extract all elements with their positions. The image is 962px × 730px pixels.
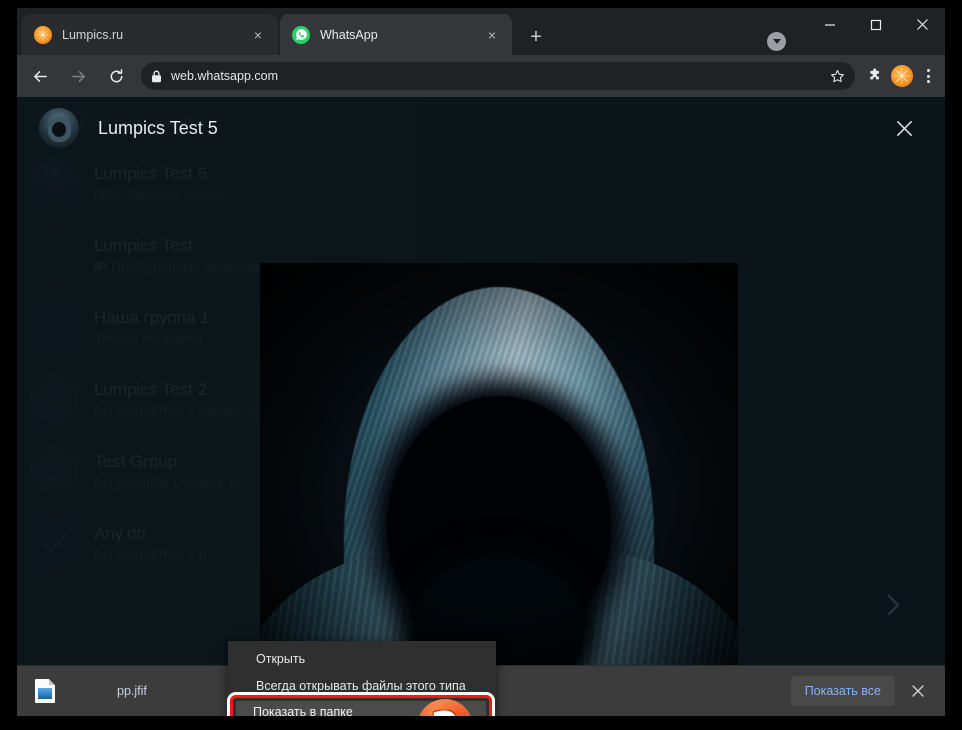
page-viewport: Поиск или новый чат Lumpics Test 5 https… bbox=[17, 97, 945, 716]
context-menu-item-open[interactable]: Открыть bbox=[228, 645, 496, 672]
context-menu-item-always-open[interactable]: Всегда открывать файлы этого типа bbox=[228, 672, 496, 699]
close-icon[interactable] bbox=[887, 111, 921, 145]
bookmark-star-icon[interactable] bbox=[830, 69, 845, 84]
orange-slice-icon bbox=[34, 25, 52, 44]
page-title: Lumpics Test 5 bbox=[98, 117, 218, 138]
profile-avatar-icon[interactable] bbox=[891, 65, 913, 87]
forward-icon[interactable] bbox=[63, 61, 93, 91]
file-thumbnail bbox=[38, 688, 52, 699]
download-item[interactable]: pp.jfif bbox=[29, 674, 153, 708]
tab-whatsapp[interactable]: WhatsApp × bbox=[280, 14, 512, 55]
extensions-puzzle-icon[interactable] bbox=[861, 68, 889, 84]
reload-icon[interactable] bbox=[101, 61, 131, 91]
context-menu-item-label: Показать в папке bbox=[253, 705, 353, 716]
tab-close-button[interactable]: × bbox=[480, 23, 504, 47]
browser-toolbar: web.whatsapp.com bbox=[17, 55, 945, 97]
context-menu-item-show-in-folder-highlighted[interactable]: Показать в папке bbox=[236, 701, 486, 716]
chevron-down-icon bbox=[772, 39, 781, 44]
window-close-button[interactable] bbox=[899, 8, 945, 41]
chevron-right-icon[interactable] bbox=[879, 591, 907, 619]
window-minimize-button[interactable] bbox=[807, 8, 853, 41]
image-viewer-header: Lumpics Test 5 bbox=[17, 97, 945, 159]
show-all-downloads-button[interactable]: Показать все bbox=[790, 676, 895, 706]
whatsapp-icon bbox=[292, 25, 310, 44]
image-viewer-overlay: Lumpics Test 5 bbox=[17, 97, 945, 716]
address-bar[interactable]: web.whatsapp.com bbox=[141, 62, 855, 90]
download-file-name: pp.jfif bbox=[117, 684, 147, 698]
download-shelf-close-button[interactable] bbox=[905, 678, 931, 704]
tab-title: Lumpics.ru bbox=[62, 27, 124, 42]
url-text[interactable]: web.whatsapp.com bbox=[171, 69, 824, 83]
new-tab-button[interactable]: + bbox=[522, 23, 550, 51]
tab-close-button[interactable]: × bbox=[246, 23, 270, 47]
back-icon[interactable] bbox=[25, 61, 55, 91]
window-maximize-button[interactable] bbox=[853, 8, 899, 41]
three-dot-menu-icon[interactable] bbox=[915, 69, 941, 83]
download-shelf-actions: Показать все bbox=[790, 666, 931, 716]
tab-lumpics-ru[interactable]: Lumpics.ru × bbox=[22, 14, 278, 55]
tab-title: WhatsApp bbox=[320, 27, 378, 42]
tab-strip: Lumpics.ru × WhatsApp × + bbox=[17, 8, 945, 55]
tab-search-icon[interactable] bbox=[767, 32, 786, 51]
contact-avatar bbox=[39, 108, 79, 148]
browser-window: Lumpics.ru × WhatsApp × + web.whatsapp.c… bbox=[17, 8, 945, 716]
lock-icon bbox=[151, 70, 162, 83]
image-file-icon bbox=[35, 679, 55, 703]
